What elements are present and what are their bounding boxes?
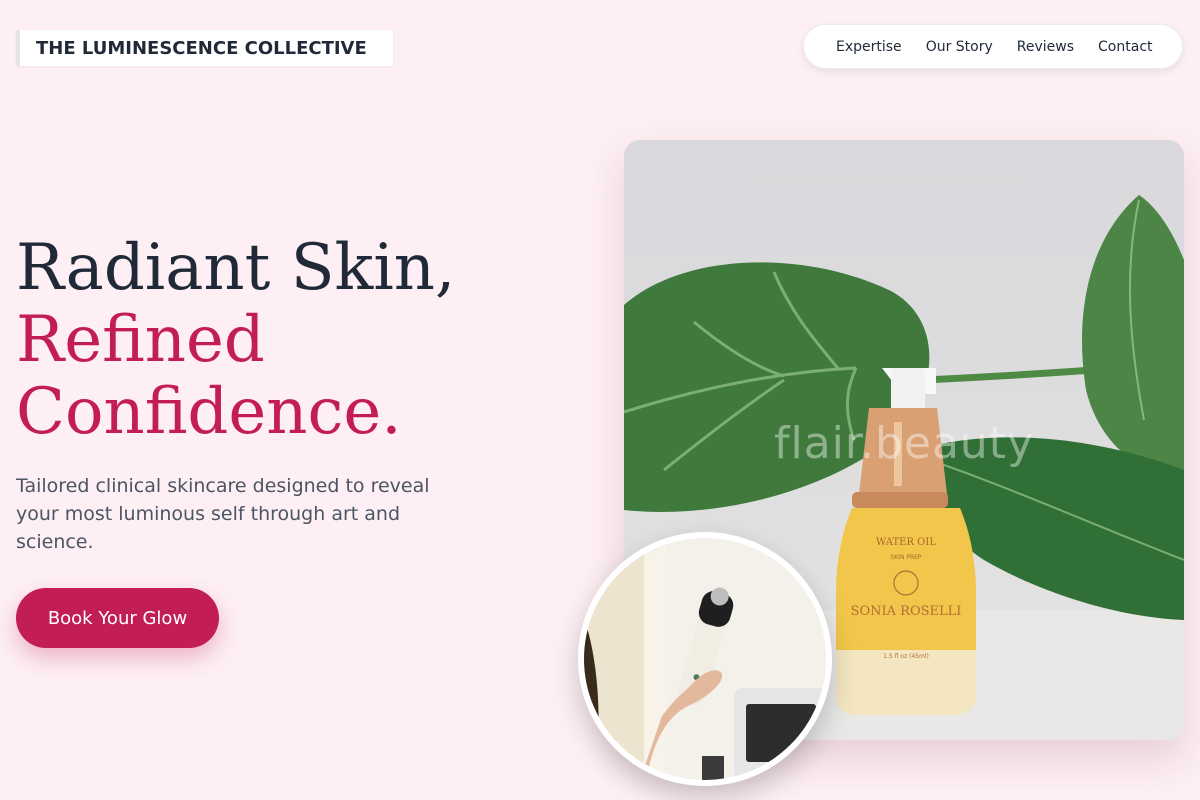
hero-subtitle: Tailored clinical skincare designed to r…: [16, 475, 430, 553]
main-nav: Expertise Our Story Reviews Contact: [803, 24, 1183, 69]
bottle-volume: 1.5 fl oz (45ml): [883, 653, 929, 660]
brand-name: THE LUMINESCENCE COLLECTIVE: [36, 37, 367, 59]
headline-line-3: Confidence.: [16, 375, 402, 449]
brand-logo[interactable]: THE LUMINESCENCE COLLECTIVE: [16, 30, 393, 66]
nav-link-our-story[interactable]: Our Story: [926, 39, 993, 55]
headline-line-1: Radiant Skin,: [16, 231, 456, 305]
watermark: flair.beauty: [774, 418, 1035, 469]
monitor-screen: [746, 704, 816, 762]
hero-headline: Radiant Skin, Refined Confidence.: [16, 232, 455, 448]
nav-link-contact[interactable]: Contact: [1098, 39, 1152, 55]
nav-link-reviews[interactable]: Reviews: [1017, 39, 1074, 55]
nav-link-expertise[interactable]: Expertise: [836, 39, 902, 55]
bottle-brand: SONIA ROSELLI: [851, 604, 962, 619]
treatment-photo: [584, 538, 826, 780]
headline-line-2: Refined: [16, 303, 265, 377]
device-base: [702, 756, 724, 780]
bottle-label-line2: SKIN PREP: [890, 554, 921, 561]
bottle-neck: [852, 492, 948, 508]
treatment-illustration: [584, 538, 826, 780]
treatment-thumbnail: [578, 532, 832, 786]
bottle-label-line1: WATER OIL: [876, 537, 936, 548]
book-glow-button[interactable]: Book Your Glow: [16, 588, 219, 648]
